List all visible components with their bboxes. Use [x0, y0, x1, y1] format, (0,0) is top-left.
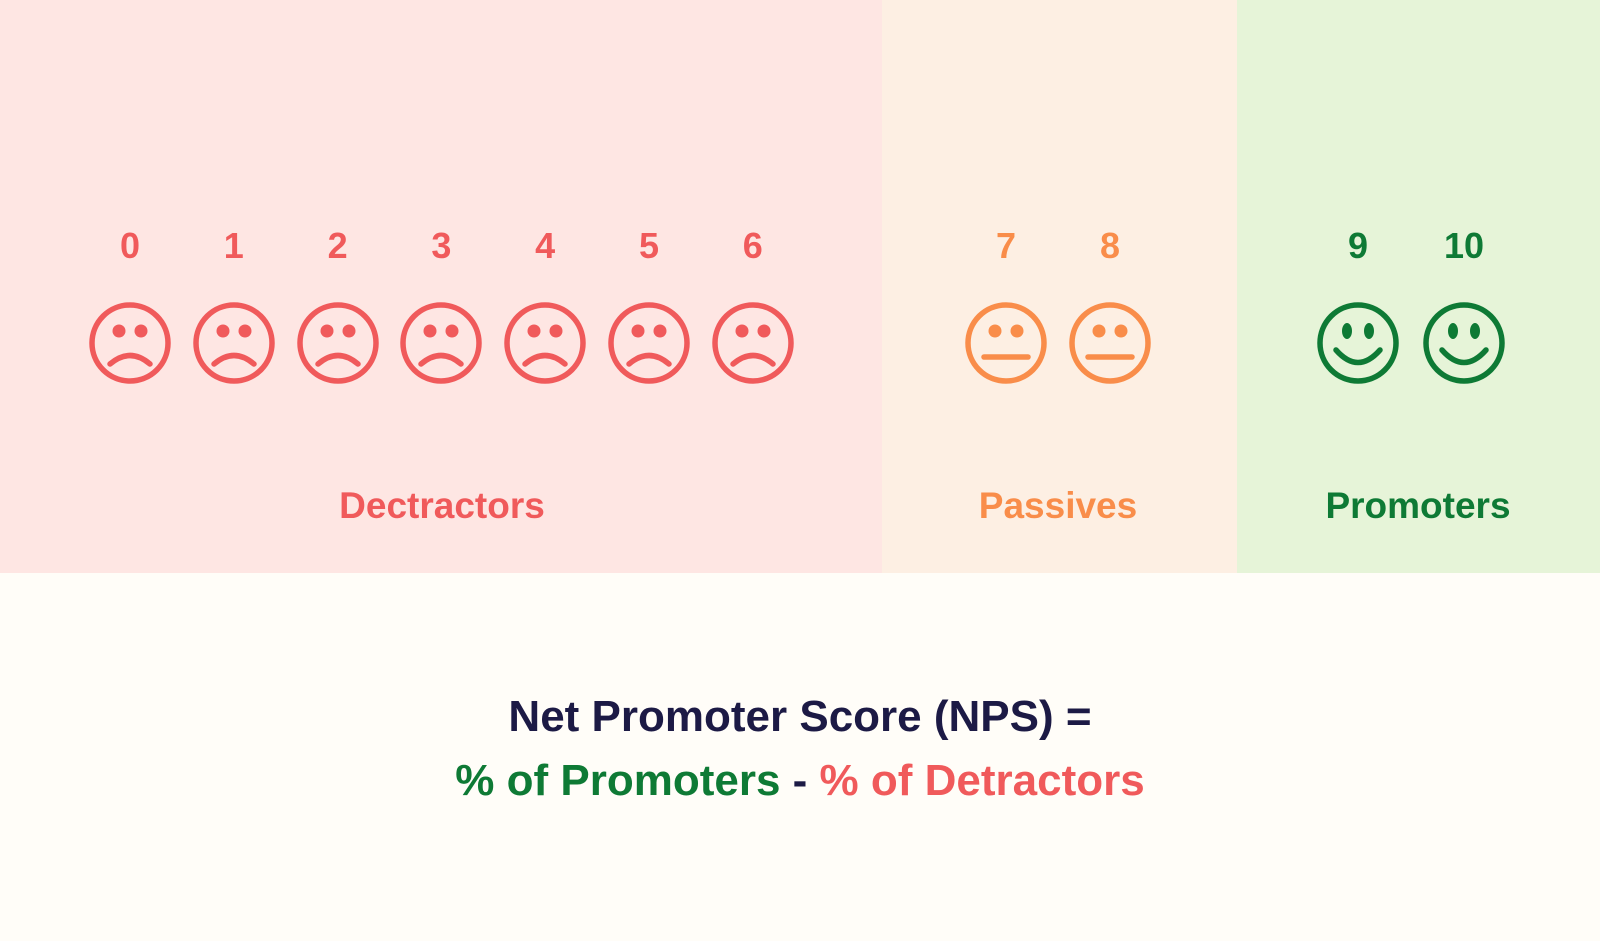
face-outline [1317, 302, 1399, 384]
left-eye [1448, 323, 1458, 339]
mouth [314, 352, 361, 367]
formula-promoters-term: % of Promoters [455, 756, 781, 805]
right-eye [342, 324, 356, 338]
formula-detractors-term: % of Detractors [819, 756, 1145, 805]
score-4: 4 [535, 225, 556, 266]
right-eye [549, 324, 563, 338]
face-outline [965, 302, 1047, 384]
face-outline [296, 302, 379, 384]
mouth [1439, 347, 1489, 366]
left-eye [527, 324, 541, 338]
face-outline [608, 302, 690, 384]
score-6: 6 [742, 225, 763, 266]
face-outline [1069, 302, 1151, 384]
right-eye [1010, 324, 1024, 338]
score-5: 5 [638, 225, 660, 266]
mouth [730, 352, 776, 367]
left-eye [112, 324, 126, 338]
left-eye [631, 324, 645, 338]
score-3: 3 [431, 225, 452, 266]
face-outline [712, 302, 794, 384]
sad-face-icon [711, 301, 795, 385]
right-eye [1114, 324, 1128, 338]
left-eye [216, 324, 230, 338]
mouth [418, 352, 465, 367]
score-2: 2 [327, 225, 348, 266]
formula-nps-label: Net Promoter Score (NPS) = [508, 692, 1092, 741]
face-outline [504, 302, 586, 384]
right-eye [653, 324, 667, 338]
happy-face-icon [1316, 301, 1400, 385]
formula-minus-operator: - [780, 756, 820, 805]
mouth [107, 352, 153, 367]
score-10: 10 [1443, 225, 1485, 266]
sad-face-icon [503, 301, 587, 385]
sad-face-icon [607, 301, 691, 385]
score-7: 7 [995, 225, 1017, 266]
face-outline [400, 302, 483, 384]
mouth [522, 352, 568, 367]
neutral-face-icon [1068, 301, 1152, 385]
score-8: 8 [1099, 225, 1121, 266]
sad-face-icon [296, 301, 380, 385]
face-outline [193, 302, 275, 384]
score-1: 1 [223, 225, 244, 266]
left-eye [423, 324, 437, 338]
happy-face-icon [1422, 301, 1506, 385]
mouth [1333, 347, 1383, 366]
detractors-label: Dectractors [339, 485, 545, 526]
left-eye [1342, 323, 1352, 339]
promoters-label: Promoters [1325, 485, 1511, 526]
sad-face-icon [399, 301, 483, 385]
left-eye [988, 324, 1002, 338]
right-eye [238, 324, 252, 338]
formula-title: Net Promoter Score (NPS) = [0, 692, 1600, 742]
right-eye [1364, 323, 1374, 339]
score-0: 0 [119, 225, 141, 266]
right-eye [445, 324, 459, 338]
left-eye [735, 324, 749, 338]
left-eye [1092, 324, 1106, 338]
right-eye [757, 324, 771, 338]
passives-label: Passives [978, 485, 1138, 526]
formula-expression: % of Promoters - % of Detractors [0, 756, 1600, 806]
right-eye [134, 324, 148, 338]
neutral-face-icon [964, 301, 1048, 385]
mouth [211, 352, 257, 367]
score-9: 9 [1347, 225, 1369, 266]
mouth [626, 352, 672, 367]
face-outline [89, 302, 171, 384]
face-outline [1423, 302, 1505, 384]
sad-face-icon [88, 301, 172, 385]
sad-face-icon [192, 301, 276, 385]
right-eye [1470, 323, 1480, 339]
left-eye [320, 324, 334, 338]
